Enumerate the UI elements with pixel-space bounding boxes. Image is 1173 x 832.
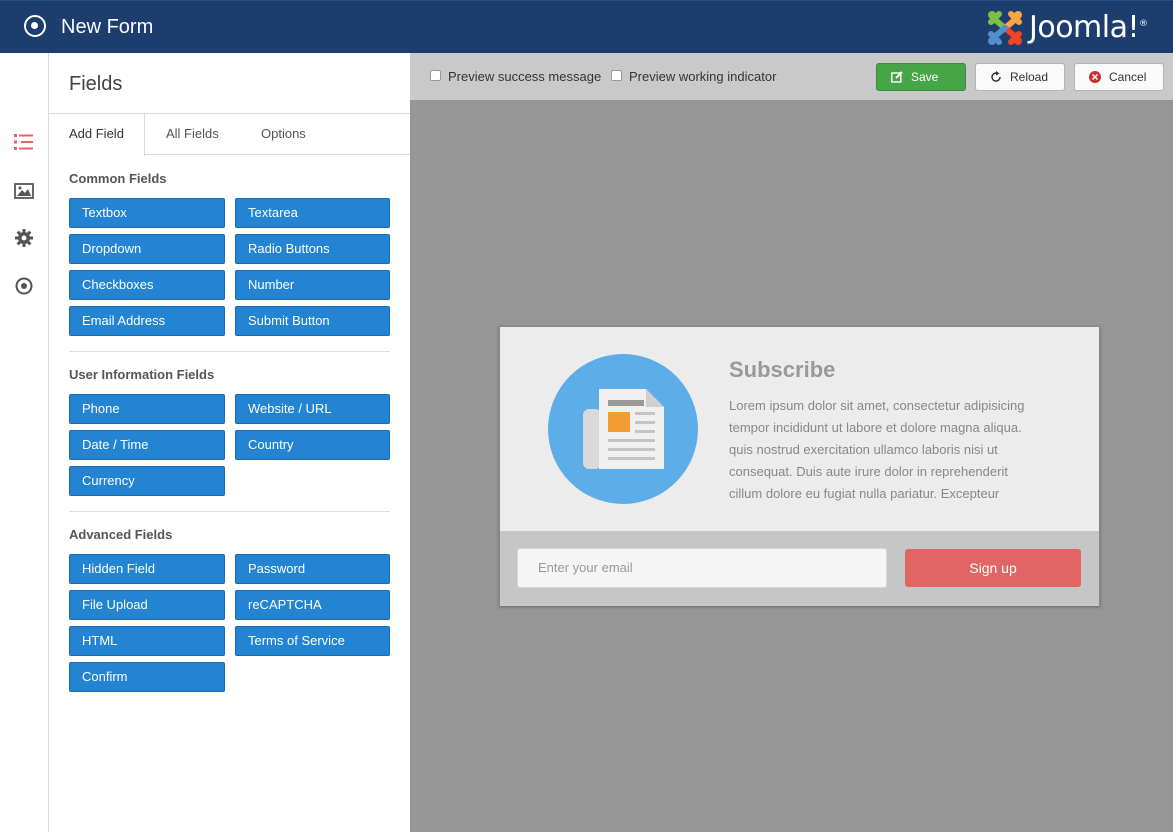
- tab-options[interactable]: Options: [241, 114, 326, 155]
- field-button-confirm[interactable]: Confirm: [69, 662, 225, 692]
- field-button-dropdown[interactable]: Dropdown: [69, 234, 225, 264]
- joomla-logo: Joomla!®: [985, 8, 1165, 48]
- field-button-password[interactable]: Password: [235, 554, 390, 584]
- close-icon: [1089, 71, 1101, 83]
- panel-tabs: Add Field All Fields Options: [49, 113, 410, 156]
- form-preview-card: Subscribe Lorem ipsum dolor sit amet, co…: [499, 326, 1100, 606]
- gear-icon[interactable]: [14, 228, 34, 248]
- preview-working-label[interactable]: Preview working indicator: [629, 69, 776, 84]
- tab-all-fields[interactable]: All Fields: [146, 114, 239, 155]
- field-button-file-upload[interactable]: File Upload: [69, 590, 225, 620]
- preview-form-footer: Enter your email Sign up: [500, 531, 1099, 606]
- preview-success-label[interactable]: Preview success message: [448, 69, 601, 84]
- section-divider: [69, 351, 390, 352]
- save-label: Save: [911, 70, 939, 84]
- joomla-logo-text: Joomla!®: [1029, 10, 1148, 45]
- field-button-website-url[interactable]: Website / URL: [235, 394, 390, 424]
- fields-panel: Fields Add Field All Fields Options Comm…: [49, 53, 410, 832]
- preview-heading: Subscribe: [729, 357, 836, 382]
- cancel-label: Cancel: [1109, 70, 1147, 84]
- image-icon[interactable]: [14, 181, 34, 201]
- field-button-country[interactable]: Country: [235, 430, 390, 460]
- section-title-common: Common Fields: [69, 171, 167, 186]
- save-button[interactable]: Save: [876, 63, 966, 91]
- preview-area: Preview success message Preview working …: [410, 53, 1173, 832]
- field-button-recaptcha[interactable]: reCAPTCHA: [235, 590, 390, 620]
- sign-up-button[interactable]: Sign up: [905, 549, 1081, 587]
- field-button-date-time[interactable]: Date / Time: [69, 430, 225, 460]
- edit-icon: [891, 71, 903, 83]
- section-title-advanced: Advanced Fields: [69, 527, 173, 542]
- field-button-hidden-field[interactable]: Hidden Field: [69, 554, 225, 584]
- section-title-user-info: User Information Fields: [69, 367, 215, 382]
- joomla-logo-icon: [988, 11, 1022, 45]
- field-button-checkboxes[interactable]: Checkboxes: [69, 270, 225, 300]
- newspaper-icon: [583, 389, 664, 469]
- target-icon: [24, 15, 46, 37]
- cancel-button[interactable]: Cancel: [1074, 63, 1164, 91]
- field-button-submit-button[interactable]: Submit Button: [235, 306, 390, 336]
- icon-rail: [0, 53, 49, 832]
- field-button-textbox[interactable]: Textbox: [69, 198, 225, 228]
- section-divider: [69, 511, 390, 512]
- app-header: New Form Joomla!®: [0, 0, 1173, 53]
- tab-add-field[interactable]: Add Field: [49, 114, 145, 156]
- newsletter-illustration: [548, 354, 698, 504]
- preview-body-text: Lorem ipsum dolor sit amet, consectetur …: [729, 398, 1025, 501]
- preview-success-checkbox[interactable]: [430, 70, 441, 81]
- list-icon[interactable]: [14, 132, 34, 152]
- field-button-number[interactable]: Number: [235, 270, 390, 300]
- field-button-terms-of-service[interactable]: Terms of Service: [235, 626, 390, 656]
- field-button-email-address[interactable]: Email Address: [69, 306, 225, 336]
- reload-button[interactable]: Reload: [975, 63, 1065, 91]
- field-button-radio-buttons[interactable]: Radio Buttons: [235, 234, 390, 264]
- field-button-phone[interactable]: Phone: [69, 394, 225, 424]
- email-field[interactable]: Enter your email: [517, 548, 887, 588]
- reload-label: Reload: [1010, 70, 1049, 84]
- preview-working-checkbox[interactable]: [611, 70, 622, 81]
- panel-title: Fields: [69, 73, 123, 95]
- field-button-html[interactable]: HTML: [69, 626, 225, 656]
- page-title: New Form: [61, 16, 154, 38]
- preview-toolbar: Preview success message Preview working …: [410, 53, 1173, 100]
- refresh-icon: [991, 71, 1001, 82]
- field-button-textarea[interactable]: Textarea: [235, 198, 390, 228]
- field-button-currency[interactable]: Currency: [69, 466, 225, 496]
- target-icon[interactable]: [14, 276, 34, 296]
